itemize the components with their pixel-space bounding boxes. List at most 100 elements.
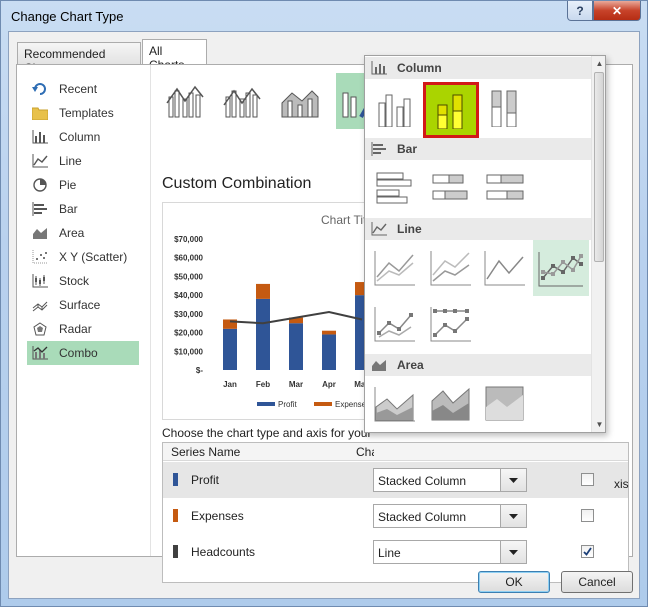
title-bar[interactable]: Change Chart Type ? ✕ — [1, 1, 647, 31]
area-option[interactable] — [369, 378, 421, 430]
bar-profit — [322, 334, 336, 370]
100-stacked-line-markers-option[interactable] — [425, 298, 477, 350]
x-tick-label: Jan — [223, 380, 237, 389]
chevron-down-icon[interactable] — [500, 505, 526, 527]
100-stacked-line-option[interactable] — [479, 242, 531, 294]
secondary-axis-checkbox[interactable] — [581, 509, 594, 522]
dropdown-section-line: Line — [365, 218, 591, 240]
stacked-area-option[interactable] — [425, 378, 477, 430]
custom-combination-heading: Custom Combination — [162, 175, 312, 192]
header-secondary-axis: xis — [614, 477, 629, 491]
chart-type-select[interactable]: Line — [373, 540, 527, 564]
recent-icon — [31, 81, 49, 97]
scrollbar-thumb[interactable] — [594, 72, 604, 262]
tab-recommended-charts[interactable]: Recommended Charts — [17, 42, 141, 75]
chevron-down-icon[interactable] — [500, 469, 526, 491]
chevron-down-icon[interactable] — [500, 541, 526, 563]
sidebar-item-surface[interactable]: Surface — [27, 293, 139, 317]
tab-all-charts[interactable]: All Charts — [142, 39, 207, 72]
ok-button[interactable]: OK — [478, 571, 550, 593]
folder-icon — [31, 105, 49, 121]
area-chart-icon — [371, 358, 389, 372]
column-chart-icon — [31, 129, 49, 145]
stacked-column-option[interactable] — [423, 82, 479, 138]
series-name: Headcounts — [191, 545, 256, 559]
combo-area-column-thumb[interactable] — [275, 73, 325, 129]
series-name: Profit — [191, 473, 220, 487]
series-color-swatch — [173, 545, 178, 558]
sidebar-item-label: Radar — [59, 322, 92, 336]
header-chart-type: Chart Type — [356, 445, 374, 459]
series-color-swatch — [173, 509, 178, 522]
y-tick-label: $40,000 — [174, 291, 203, 300]
bar-expenses — [256, 283, 270, 299]
sidebar-item-label: Line — [59, 154, 82, 168]
sidebar-item-recent[interactable]: Recent — [27, 77, 139, 101]
sidebar-item-label: Column — [59, 130, 101, 144]
change-chart-type-dialog: Change Chart Type ? ✕ Recommended Charts… — [0, 0, 648, 607]
sidebar-item-label: Recent — [59, 82, 98, 96]
chart-type-select[interactable]: Stacked Column — [373, 468, 527, 492]
close-button[interactable]: ✕ — [593, 1, 641, 21]
secondary-axis-checkbox[interactable] — [581, 473, 594, 486]
combo-clustered-line-thumb[interactable] — [160, 73, 210, 129]
sidebar-item-column[interactable]: Column — [27, 125, 139, 149]
sidebar-item-combo[interactable]: Combo — [27, 341, 139, 365]
series-row[interactable]: Headcounts Line — [163, 534, 628, 570]
chart-type-select[interactable]: Stacked Column — [373, 504, 527, 528]
combo-line-secondary-thumb[interactable] — [217, 73, 267, 129]
clustered-bar-option[interactable] — [369, 162, 421, 214]
100-stacked-column-option[interactable] — [479, 82, 531, 134]
chart-type-value: Stacked Column — [378, 510, 467, 524]
column-chart-icon — [371, 61, 389, 75]
x-tick-label: Feb — [256, 380, 270, 389]
scroll-down-icon[interactable]: ▼ — [592, 417, 605, 432]
dropdown-section-column: Column — [365, 57, 591, 79]
area-chart-icon — [31, 225, 49, 241]
series-row[interactable]: Profit Stacked Column — [163, 462, 628, 498]
surface-chart-icon — [31, 297, 49, 313]
sidebar-item-templates[interactable]: Templates — [27, 101, 139, 125]
bar-expenses — [322, 330, 336, 335]
sidebar-item-x-y-scatter[interactable]: X Y (Scatter) — [27, 245, 139, 269]
stock-chart-icon — [31, 273, 49, 289]
sidebar-item-stock[interactable]: Stock — [27, 269, 139, 293]
sidebar-item-label: Area — [59, 226, 85, 240]
secondary-axis-checkbox[interactable] — [581, 545, 594, 558]
help-button[interactable]: ? — [567, 1, 593, 21]
scroll-up-icon[interactable]: ▲ — [592, 56, 605, 71]
clustered-column-option[interactable] — [369, 82, 421, 134]
series-row[interactable]: Expenses Stacked Column — [163, 498, 628, 534]
sidebar-item-line[interactable]: Line — [27, 149, 139, 173]
sidebar-item-label: Bar — [59, 202, 78, 216]
sidebar-item-pie[interactable]: Pie — [27, 173, 139, 197]
dropdown-scrollbar[interactable]: ▲ ▼ — [591, 56, 605, 432]
combo-chart-icon — [31, 345, 49, 361]
scatter-chart-icon — [31, 249, 49, 265]
stacked-bar-option[interactable] — [425, 162, 477, 214]
sidebar-divider — [150, 65, 151, 556]
sidebar-item-bar[interactable]: Bar — [27, 197, 139, 221]
100-stacked-bar-option[interactable] — [479, 162, 531, 214]
sidebar-item-area[interactable]: Area — [27, 221, 139, 245]
chart-title: Chart Tit — [321, 213, 367, 227]
stacked-line-markers-option[interactable] — [369, 298, 421, 350]
series-color-swatch — [173, 473, 178, 486]
stacked-line-option[interactable] — [425, 242, 477, 294]
sidebar-item-label: Pie — [59, 178, 77, 192]
chart-type-dropdown[interactable]: Column Bar Line Area ▲ ▼ — [364, 55, 606, 433]
y-tick-label: $10,000 — [174, 347, 203, 356]
sidebar-item-label: X Y (Scatter) — [59, 250, 128, 264]
dropdown-section-area: Area — [365, 354, 591, 376]
y-tick-label: $30,000 — [174, 310, 203, 319]
cancel-button[interactable]: Cancel — [561, 571, 633, 593]
line-option[interactable] — [369, 242, 421, 294]
dropdown-section-label: Area — [397, 358, 424, 372]
legend-label: Profit — [278, 400, 297, 409]
chart-type-value: Line — [378, 546, 401, 560]
bar-profit — [256, 298, 270, 370]
x-tick-label: Mar — [289, 380, 303, 389]
line-with-markers-option[interactable] — [533, 240, 589, 296]
sidebar-item-radar[interactable]: Radar — [27, 317, 139, 341]
100-stacked-area-option[interactable] — [479, 378, 531, 430]
